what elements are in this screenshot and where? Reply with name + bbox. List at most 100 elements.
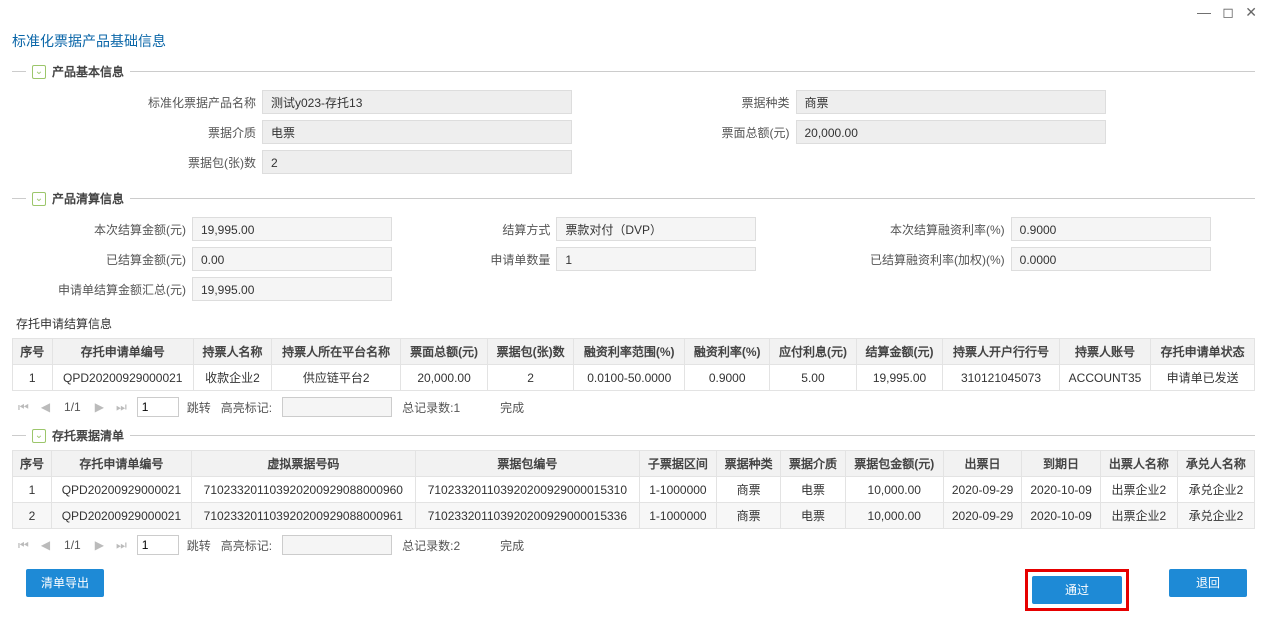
table-row[interactable]: 2QPD202009290000217102332011039202009290… (13, 503, 1255, 529)
table-cell: 710233201103920200929000015310 (415, 477, 639, 503)
pager1-first-icon[interactable]: ⏮ (16, 400, 31, 415)
table-cell: 19,995.00 (856, 365, 943, 391)
table-header: 结算金额(元) (856, 339, 943, 365)
label-bill-type: 票据种类 (634, 94, 796, 111)
collapse-trust-list-icon[interactable]: ⌄ (32, 429, 46, 443)
table-cell: 承兑企业2 (1177, 477, 1254, 503)
table-header: 票据种类 (716, 451, 780, 477)
table-cell: 2020-09-29 (943, 503, 1022, 529)
table-cell: 0.9000 (685, 365, 770, 391)
pager-2: ⏮ ◀ 1/1 ▶ ⏭ 跳转 高亮标记: 总记录数:2 完成 (0, 531, 1267, 559)
label-req-count: 申请单数量 (426, 251, 556, 268)
table-cell: 2020-10-09 (1022, 477, 1101, 503)
table-cell: 710233201103920200929000015336 (415, 503, 639, 529)
collapse-basic-icon[interactable]: ⌄ (32, 65, 46, 79)
minimize-icon[interactable]: — (1197, 4, 1211, 20)
field-this-amt: 19,995.00 (192, 217, 392, 241)
table-cell: 电票 (781, 477, 845, 503)
trust-settle-table: 序号存托申请单编号持票人名称持票人所在平台名称票面总额(元)票据包(张)数融资利… (12, 338, 1255, 391)
table-cell: 出票企业2 (1100, 477, 1177, 503)
label-product-name: 标准化票据产品名称 (12, 94, 262, 111)
page-title: 标准化票据产品基础信息 (0, 25, 1267, 57)
table-cell: 电票 (781, 503, 845, 529)
pager2-jump-label[interactable]: 跳转 (187, 537, 211, 554)
field-face-total: 20,000.00 (796, 120, 1106, 144)
table-cell: 2020-09-29 (943, 477, 1022, 503)
table-header: 票面总额(元) (401, 339, 488, 365)
table-header: 持票人开户行行号 (943, 339, 1059, 365)
label-method: 结算方式 (426, 221, 556, 238)
table-cell: 1 (13, 365, 53, 391)
pager1-hl-input[interactable] (282, 397, 392, 417)
table-cell: 10,000.00 (845, 477, 943, 503)
label-settled-amt: 已结算金额(元) (12, 251, 192, 268)
pager1-hl-label: 高亮标记: (221, 399, 272, 416)
table-cell: QPD20200929000021 (52, 503, 192, 529)
pager2-prev-icon[interactable]: ◀ (39, 538, 52, 552)
field-settled-amt: 0.00 (192, 247, 392, 271)
table-header: 子票据区间 (639, 451, 716, 477)
field-this-rate: 0.9000 (1011, 217, 1211, 241)
label-req-sum: 申请单结算金额汇总(元) (12, 281, 192, 298)
field-method: 票款对付（DVP） (556, 217, 756, 241)
table-header: 到期日 (1022, 451, 1101, 477)
label-weighted-rate: 已结算融资利率(加权)(%) (841, 251, 1011, 268)
section-basic-title: 产品基本信息 (52, 63, 124, 80)
pager1-page-input[interactable] (137, 397, 179, 417)
close-icon[interactable]: ✕ (1245, 4, 1257, 21)
pager2-page: 1/1 (60, 538, 85, 552)
table-cell: ACCOUNT35 (1059, 365, 1151, 391)
export-button[interactable]: 清单导出 (26, 569, 104, 597)
table-cell: 商票 (716, 477, 780, 503)
pass-button[interactable]: 通过 (1032, 576, 1122, 604)
table-header: 出票人名称 (1100, 451, 1177, 477)
field-medium: 电票 (262, 120, 572, 144)
table-cell: 10,000.00 (845, 503, 943, 529)
collapse-settle-icon[interactable]: ⌄ (32, 192, 46, 206)
table-cell: 供应链平台2 (272, 365, 401, 391)
field-req-count: 1 (556, 247, 756, 271)
table-header: 序号 (13, 451, 52, 477)
table-cell: 2020-10-09 (1022, 503, 1101, 529)
field-pkg-count: 2 (262, 150, 572, 174)
table-header: 承兑人名称 (1177, 451, 1254, 477)
label-pkg-count: 票据包(张)数 (12, 154, 262, 171)
pager2-page-input[interactable] (137, 535, 179, 555)
table-header: 序号 (13, 339, 53, 365)
table-header: 出票日 (943, 451, 1022, 477)
pager2-first-icon[interactable]: ⏮ (16, 538, 31, 553)
pager1-next-icon[interactable]: ▶ (93, 400, 106, 414)
table-cell: 1-1000000 (639, 477, 716, 503)
pager2-last-icon[interactable]: ⏭ (114, 538, 129, 553)
table-header: 融资利率(%) (685, 339, 770, 365)
table-cell: 710233201103920200929088000960 (191, 477, 415, 503)
table-row[interactable]: 1QPD202009290000217102332011039202009290… (13, 477, 1255, 503)
pager2-hl-input[interactable] (282, 535, 392, 555)
field-bill-type: 商票 (796, 90, 1106, 114)
back-button[interactable]: 退回 (1169, 569, 1247, 597)
table-cell: 1-1000000 (639, 503, 716, 529)
table-cell: QPD20200929000021 (52, 477, 192, 503)
table-header: 票据包编号 (415, 451, 639, 477)
table-row[interactable]: 1QPD20200929000021收款企业2供应链平台220,000.0020… (13, 365, 1255, 391)
table-header: 存托申请单编号 (52, 339, 193, 365)
table-cell: 5.00 (770, 365, 857, 391)
table-header: 持票人名称 (194, 339, 272, 365)
label-this-rate: 本次结算融资利率(%) (841, 221, 1011, 238)
pager2-next-icon[interactable]: ▶ (93, 538, 106, 552)
restore-icon[interactable]: ◻ (1222, 4, 1234, 21)
pager1-last-icon[interactable]: ⏭ (114, 400, 129, 415)
table-cell: 20,000.00 (401, 365, 488, 391)
table-header: 票据包金额(元) (845, 451, 943, 477)
table-cell: 310121045073 (943, 365, 1059, 391)
table-header: 虚拟票据号码 (191, 451, 415, 477)
pager1-prev-icon[interactable]: ◀ (39, 400, 52, 414)
pager2-hl-label: 高亮标记: (221, 537, 272, 554)
pager1-jump-label[interactable]: 跳转 (187, 399, 211, 416)
table-header: 存托申请单状态 (1151, 339, 1255, 365)
table-header: 票据包(张)数 (487, 339, 574, 365)
trust-list-table: 序号存托申请单编号虚拟票据号码票据包编号子票据区间票据种类票据介质票据包金额(元… (12, 450, 1255, 529)
pager2-total: 总记录数:2 (402, 537, 460, 554)
table-cell: 收款企业2 (194, 365, 272, 391)
pager1-total: 总记录数:1 (402, 399, 460, 416)
